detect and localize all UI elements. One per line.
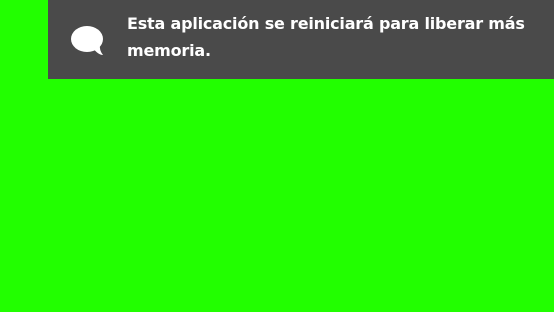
notification-message: Esta aplicación se reiniciará para liber… bbox=[127, 14, 525, 60]
speech-bubble-icon bbox=[70, 25, 106, 57]
memory-restart-notification: Esta aplicación se reiniciará para liber… bbox=[48, 0, 554, 79]
